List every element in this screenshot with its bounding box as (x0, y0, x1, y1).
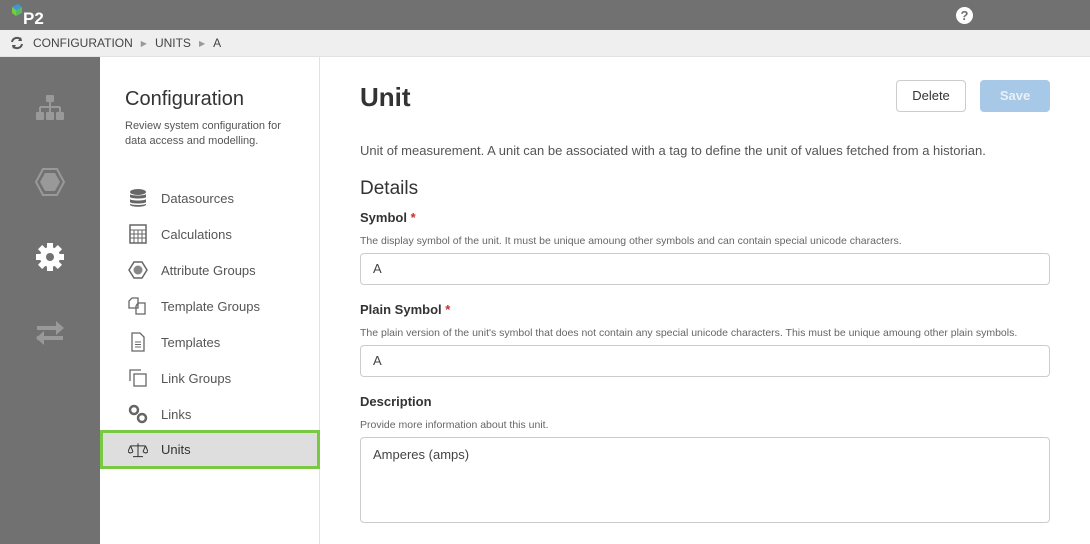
breadcrumb-current: A (213, 36, 222, 50)
nav-item-label: Links (161, 406, 192, 422)
nav-item-label: Units (161, 442, 191, 457)
page-description: Unit of measurement. A unit can be assoc… (360, 143, 986, 158)
link-icon (128, 404, 148, 424)
breadcrumb-units[interactable]: UNITS (155, 36, 191, 50)
nav-item-template-groups[interactable]: Template Groups (100, 288, 320, 324)
nav-item-link-groups[interactable]: Link Groups (100, 360, 320, 396)
nav-item-links[interactable]: Links (100, 396, 320, 432)
attribute-hexagon-icon (128, 261, 148, 279)
plain-symbol-label: Plain Symbol * (360, 302, 451, 317)
breadcrumb-configuration[interactable]: CONFIGURATION (33, 36, 133, 50)
details-heading: Details (360, 178, 419, 199)
nav-item-datasources[interactable]: Datasources (100, 180, 320, 216)
scale-icon (128, 442, 148, 457)
nav-item-label: Link Groups (161, 370, 232, 386)
refresh-icon[interactable] (10, 36, 24, 50)
sitemap-icon[interactable] (34, 93, 66, 125)
top-bar: P2 ? (0, 0, 1090, 30)
chevron-right-icon: ▶ (140, 38, 147, 48)
app-rail (0, 57, 100, 544)
nav-item-label: Calculations (161, 226, 232, 242)
exchange-icon[interactable] (34, 317, 66, 349)
p2-logo[interactable]: P2 (10, 4, 50, 26)
breadcrumb: CONFIGURATION ▶ UNITS ▶ A (0, 30, 1090, 57)
copy-icon (129, 369, 147, 387)
document-icon (131, 332, 145, 352)
database-icon (130, 189, 146, 207)
plain-symbol-input[interactable]: A (360, 345, 1050, 377)
symbol-label: Symbol * (360, 210, 416, 225)
nav-item-calculations[interactable]: Calculations (100, 216, 320, 252)
nav-title: Configuration (125, 88, 244, 110)
help-icon[interactable]: ? (956, 7, 973, 24)
nav-item-templates[interactable]: Templates (100, 324, 320, 360)
svg-text:P2: P2 (23, 9, 44, 26)
config-nav: Configuration Review system configuratio… (100, 57, 320, 544)
symbol-help: The display symbol of the unit. It must … (360, 235, 902, 247)
symbol-input[interactable]: A (360, 253, 1050, 285)
save-button[interactable]: Save (980, 80, 1050, 112)
description-textarea[interactable]: Amperes (amps) (360, 437, 1050, 523)
hexagon-icon[interactable] (34, 166, 66, 198)
description-label: Description (360, 394, 432, 409)
nav-item-units[interactable]: Units (100, 430, 320, 469)
delete-button[interactable]: Delete (896, 80, 966, 112)
nav-item-attribute-groups[interactable]: Attribute Groups (100, 252, 320, 288)
nav-subtitle: Review system configuration for data acc… (125, 120, 281, 147)
gear-icon[interactable] (34, 241, 66, 273)
template-group-icon (128, 297, 146, 315)
description-help: Provide more information about this unit… (360, 419, 549, 431)
chevron-right-icon: ▶ (198, 38, 206, 48)
nav-item-label: Template Groups (161, 298, 260, 314)
plain-symbol-help: The plain version of the unit's symbol t… (360, 327, 1018, 339)
nav-item-label: Datasources (161, 190, 234, 206)
calculator-icon (129, 224, 147, 244)
page-title: Unit (360, 82, 411, 112)
nav-item-label: Templates (161, 334, 221, 350)
nav-item-label: Attribute Groups (161, 262, 256, 278)
